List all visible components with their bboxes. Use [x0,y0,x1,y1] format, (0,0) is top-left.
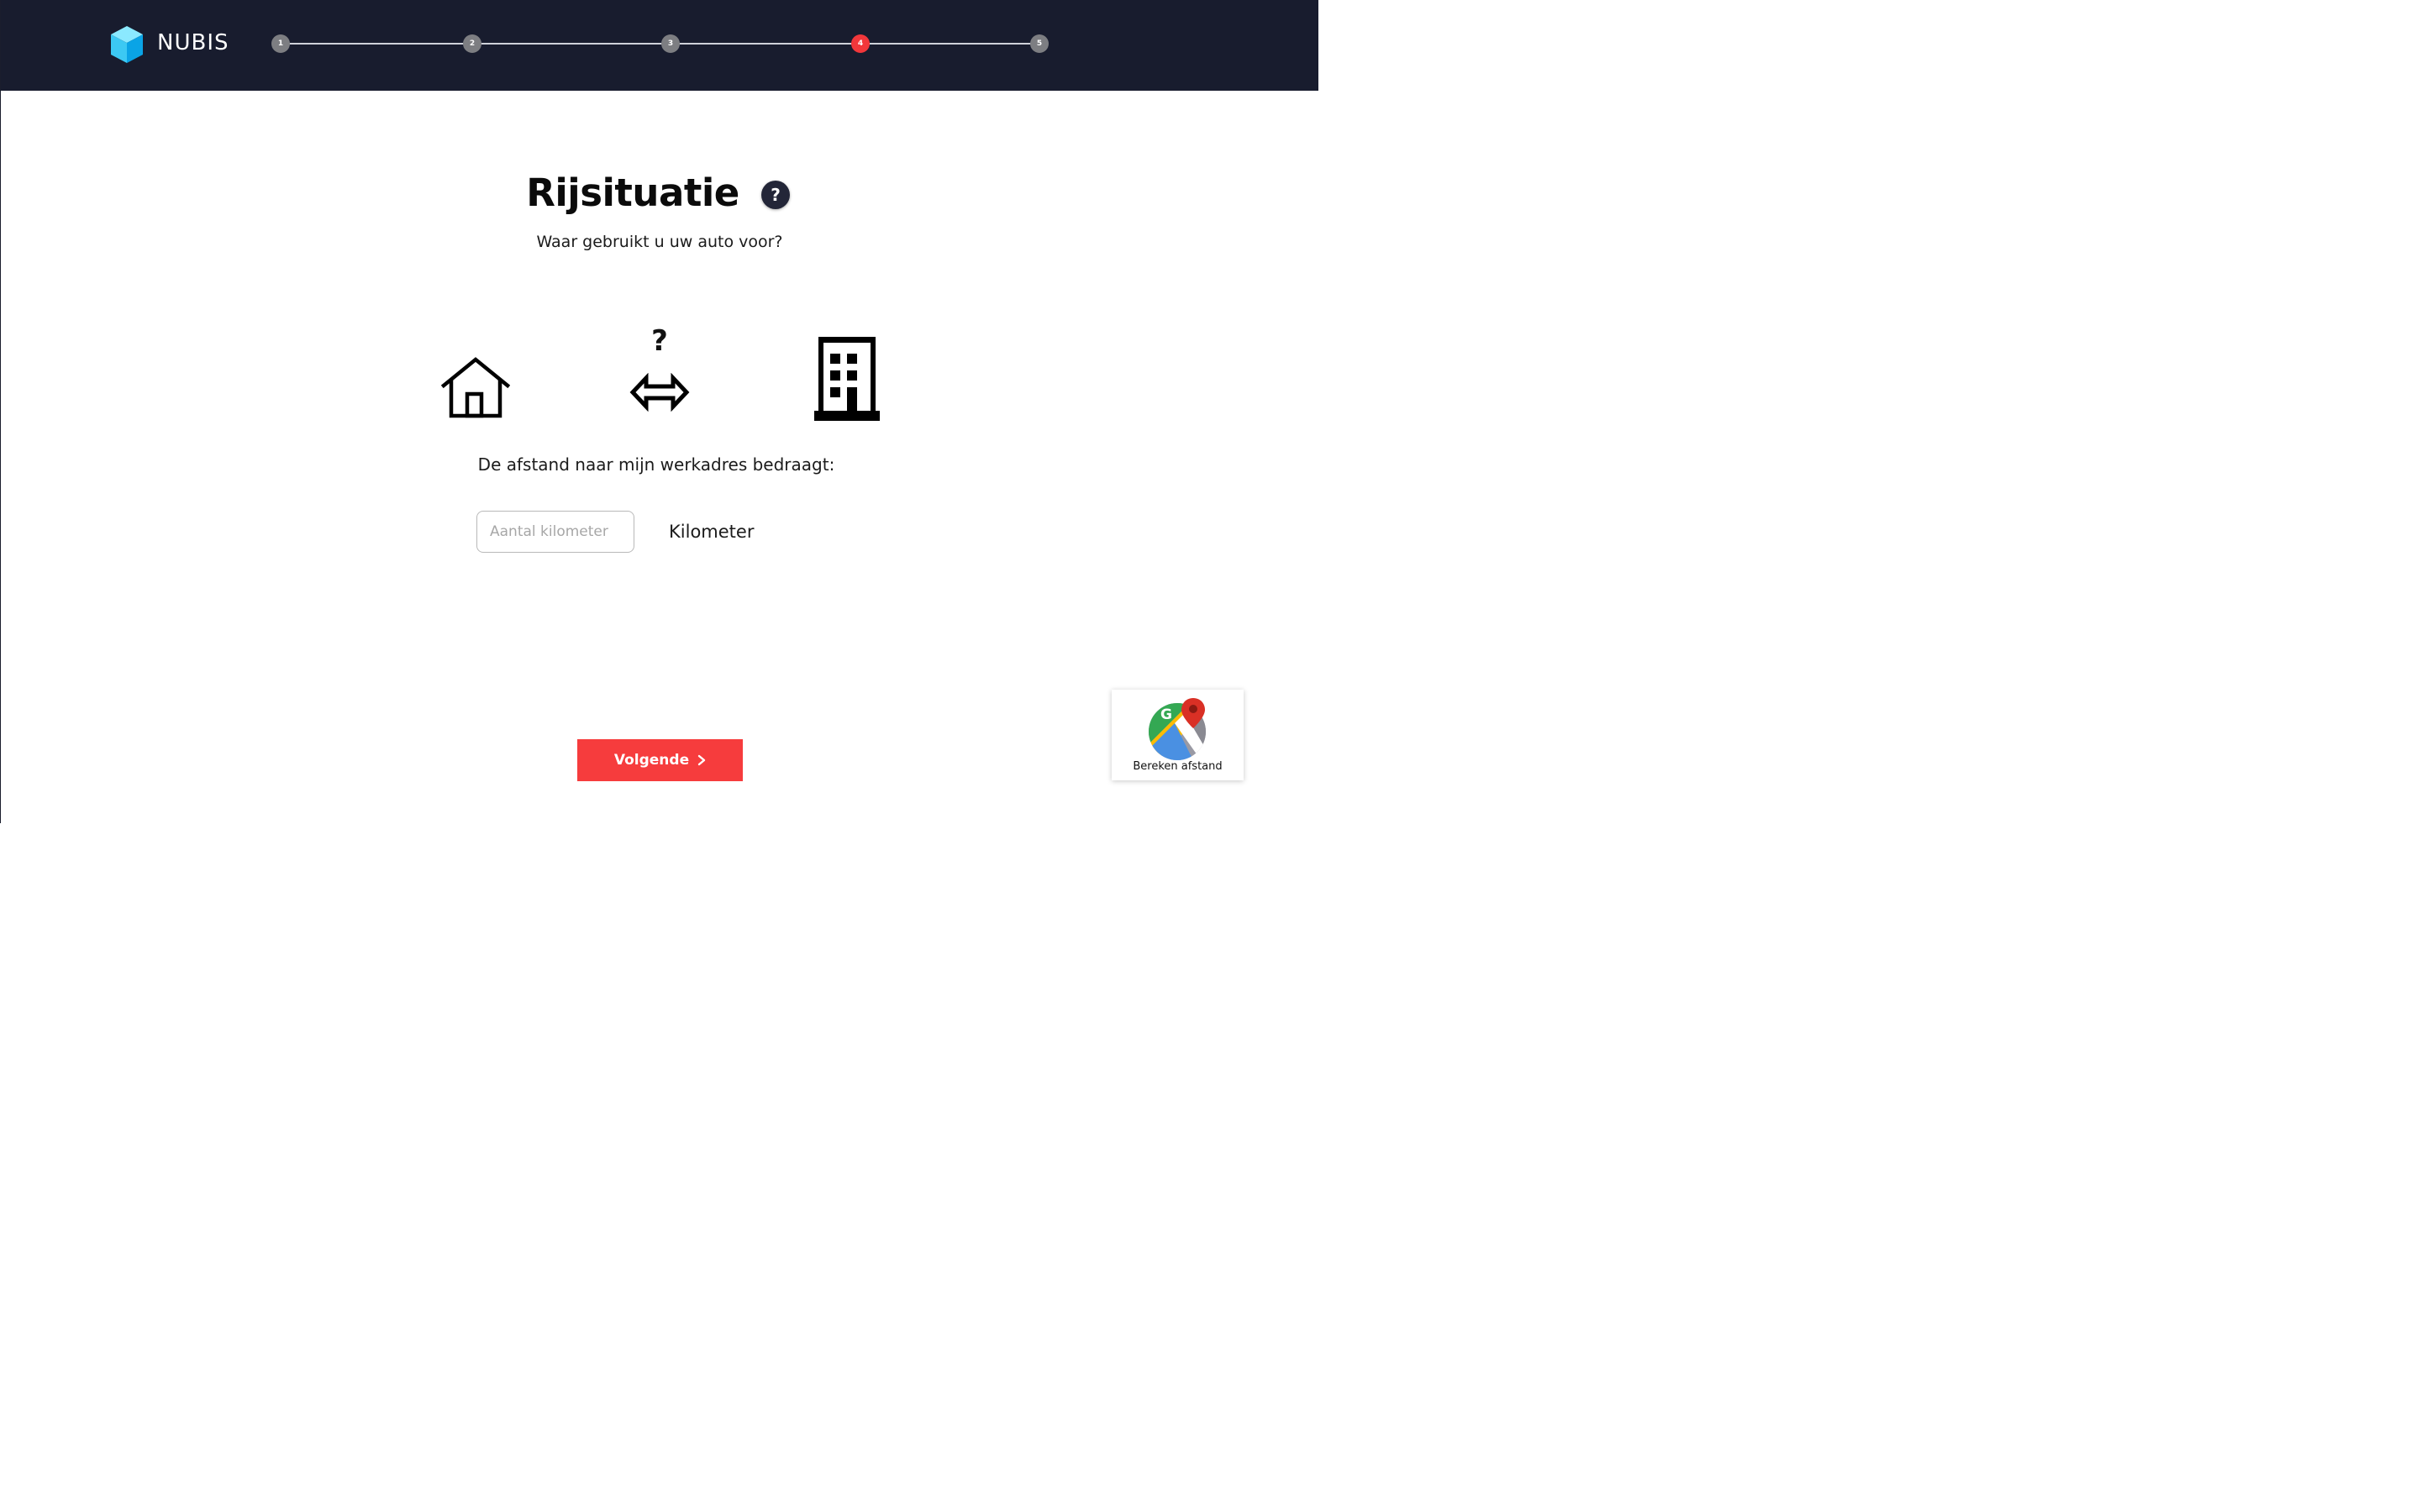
progress-step-1[interactable]: 1 [271,34,290,53]
kilometer-unit-label: Kilometer [669,522,755,542]
page-title: Rijsituatie [526,171,739,215]
svg-text:G: G [1160,706,1172,723]
distance-question: De afstand naar mijn werkadres bedraagt: [477,454,835,475]
top-bar: NUBIS 1 2 3 4 5 [1,0,1318,91]
commute-question-mark: ? [651,324,668,358]
help-icon[interactable]: ? [761,181,790,209]
next-button-label: Volgende [613,752,690,769]
office-building-icon [814,337,880,421]
chevron-right-icon [697,754,706,766]
progress-step-2[interactable]: 2 [463,34,481,53]
google-maps-icon: G [1149,698,1206,760]
home-icon [441,357,510,418]
next-button[interactable]: Volgende [577,739,743,781]
calculate-distance-label: Bereken afstand [1133,760,1223,773]
progress-step-3[interactable]: 3 [661,34,680,53]
nubis-cube-logo-icon [111,26,143,63]
brand-name: NUBIS [157,30,229,55]
kilometer-input[interactable] [476,511,634,553]
progress-step-5[interactable]: 5 [1030,34,1049,53]
page-subtitle: Waar gebruikt u uw auto voor? [536,233,783,251]
progress-track [280,43,1039,45]
double-arrow-icon [629,373,690,412]
progress-step-4-active[interactable]: 4 [851,34,870,53]
calculate-distance-widget[interactable]: G Bereken afstand [1112,690,1244,780]
